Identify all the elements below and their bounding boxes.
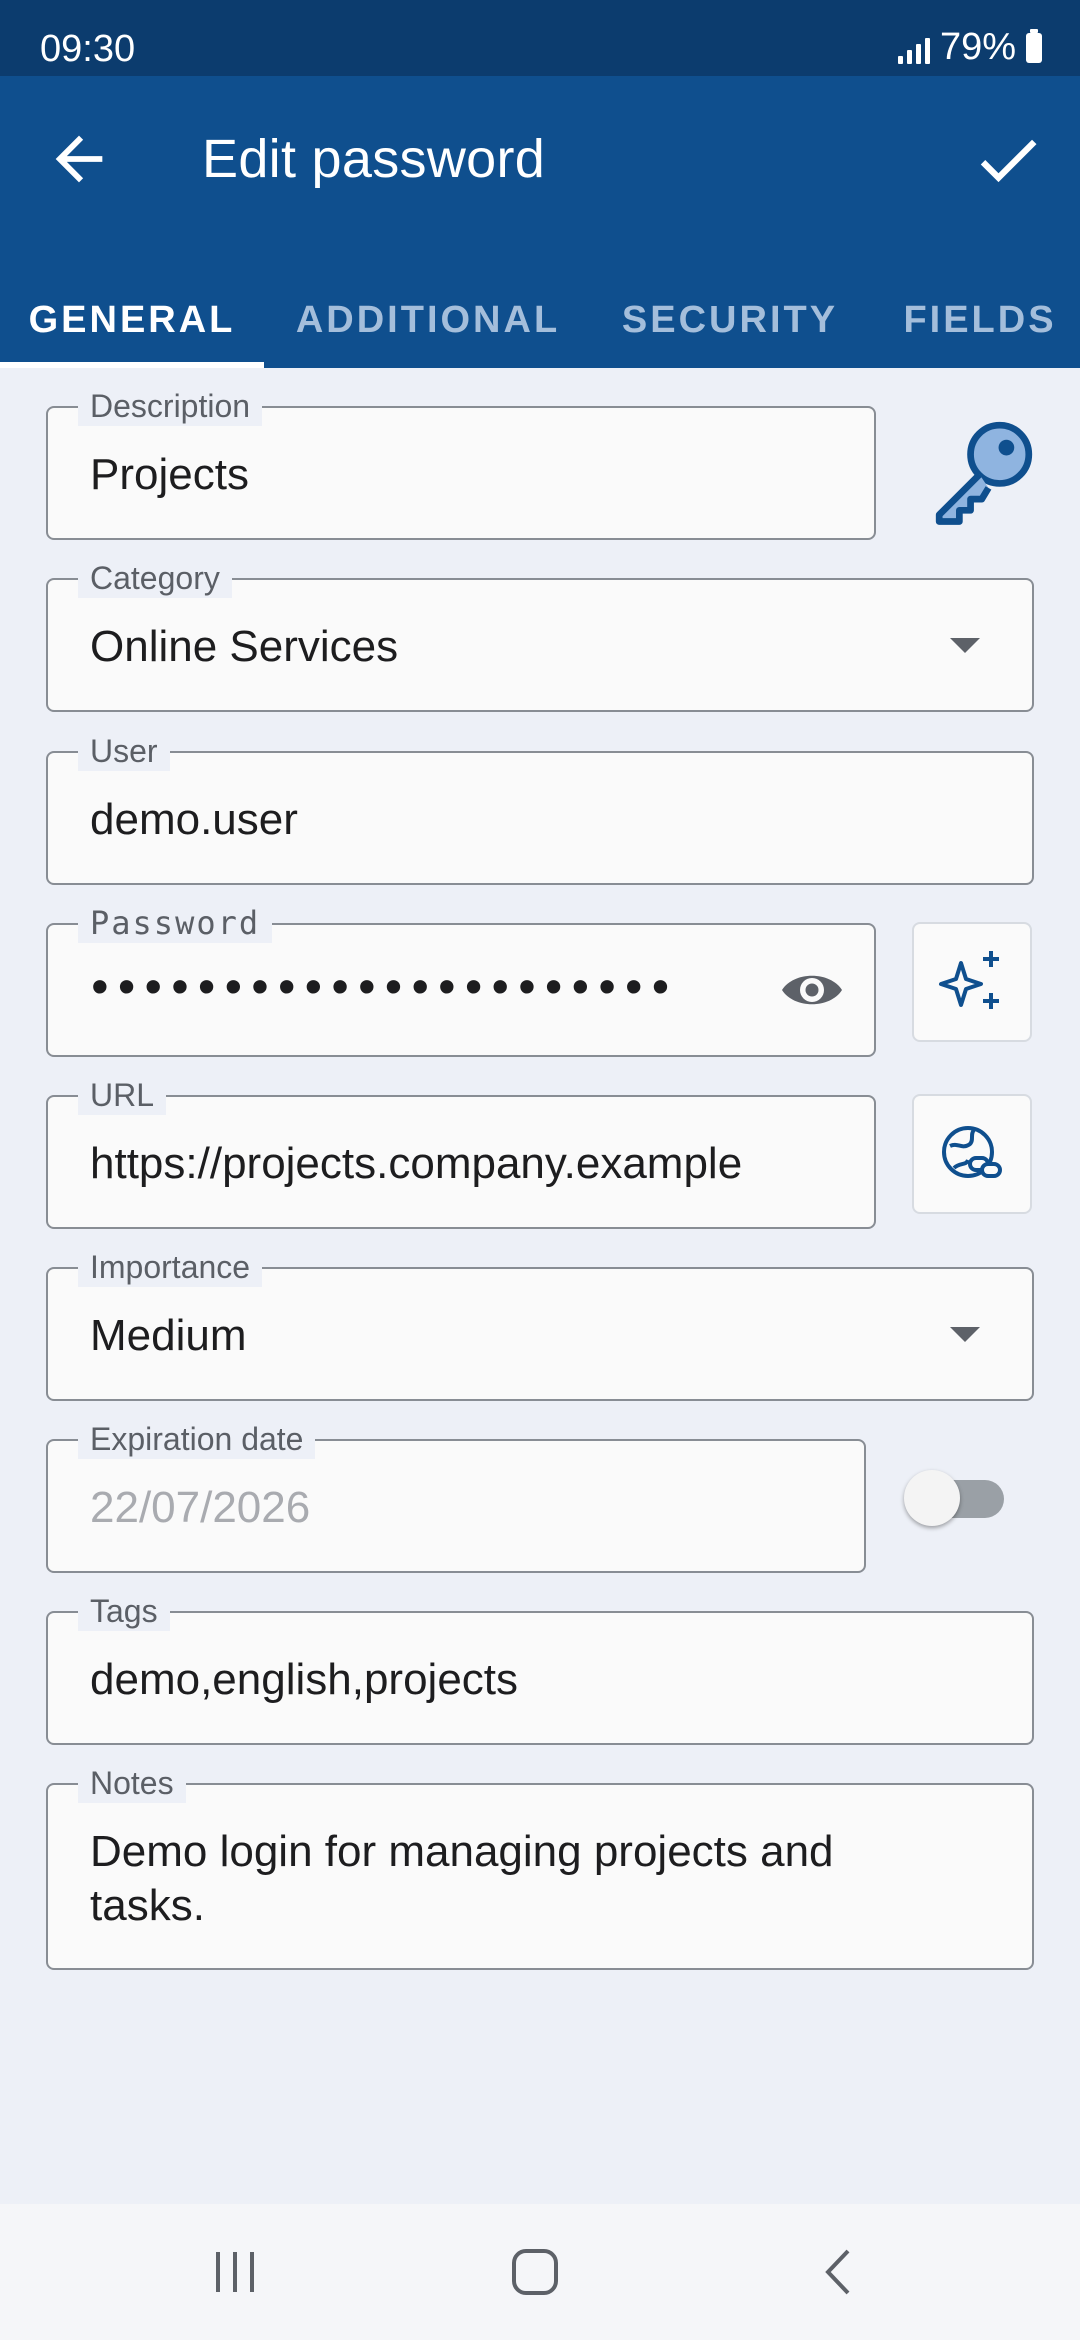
key-icon bbox=[935, 421, 1033, 525]
tab-general[interactable]: GENERAL bbox=[0, 272, 264, 368]
user-value: demo.user bbox=[90, 795, 298, 844]
back-button[interactable] bbox=[44, 124, 114, 194]
user-field[interactable]: User demo.user bbox=[46, 731, 1034, 885]
toggle-thumb bbox=[904, 1470, 960, 1526]
notes-line-2: tasks. bbox=[90, 1881, 205, 1930]
importance-label: Importance bbox=[78, 1247, 263, 1287]
status-time: 09:30 bbox=[40, 28, 136, 70]
app-bar: Edit password GENERAL ADDITIONAL SECURIT… bbox=[0, 76, 1080, 368]
notes-field[interactable]: Notes Demo login for managing projects a… bbox=[46, 1763, 1034, 1970]
eye-icon bbox=[782, 975, 842, 1005]
category-value: Online Services bbox=[90, 622, 399, 671]
save-button[interactable] bbox=[970, 122, 1046, 198]
toggle-visibility-button[interactable] bbox=[780, 965, 844, 1015]
url-value: https://projects.company.example bbox=[90, 1139, 743, 1188]
page-title: Edit password bbox=[202, 129, 546, 189]
entry-icon-button[interactable] bbox=[928, 414, 1040, 526]
nav-back-button[interactable] bbox=[784, 2204, 894, 2340]
open-url-button[interactable] bbox=[912, 1094, 1032, 1214]
home-icon bbox=[512, 2249, 558, 2295]
notes-label: Notes bbox=[78, 1763, 186, 1803]
category-label: Category bbox=[78, 558, 232, 598]
tab-indicator bbox=[0, 362, 264, 368]
sparkles-icon bbox=[939, 951, 999, 1009]
dropdown-arrow-icon bbox=[950, 1327, 980, 1342]
description-field[interactable]: Description Projects bbox=[46, 386, 876, 540]
recents-icon bbox=[216, 2252, 254, 2292]
importance-value: Medium bbox=[90, 1311, 247, 1360]
notes-line-1: Demo login for managing projects and bbox=[90, 1827, 834, 1876]
description-value: Projects bbox=[90, 450, 249, 499]
checkmark-icon bbox=[980, 139, 1037, 183]
battery-icon bbox=[1026, 28, 1042, 63]
battery-percent: 79% bbox=[939, 26, 1016, 68]
generate-password-button[interactable] bbox=[912, 922, 1032, 1042]
expiration-value: 22/07/2026 bbox=[90, 1483, 311, 1532]
password-label: Password bbox=[78, 903, 273, 943]
tab-security[interactable]: SECURITY bbox=[610, 272, 850, 368]
arrow-back-icon bbox=[55, 135, 103, 183]
signal-icon bbox=[897, 32, 930, 64]
tags-value: demo,english,projects bbox=[90, 1655, 519, 1704]
tab-bar: GENERAL ADDITIONAL SECURITY FIELDS bbox=[0, 272, 1080, 368]
globe-link-icon bbox=[942, 1126, 1002, 1178]
nav-back-icon bbox=[825, 2249, 850, 2295]
category-dropdown[interactable]: Category Online Services bbox=[46, 558, 1034, 712]
expiration-date-field[interactable]: Expiration date 22/07/2026 bbox=[46, 1419, 866, 1573]
tab-additional[interactable]: ADDITIONAL bbox=[280, 272, 576, 368]
status-bar: 09:30 79% bbox=[0, 0, 1080, 76]
dropdown-arrow-icon bbox=[950, 638, 980, 653]
url-field[interactable]: URL https://projects.company.example bbox=[46, 1075, 876, 1229]
importance-dropdown[interactable]: Importance Medium bbox=[46, 1247, 1034, 1401]
tab-fields[interactable]: FIELDS bbox=[890, 272, 1070, 368]
expiration-toggle[interactable] bbox=[904, 1470, 1004, 1526]
tags-field[interactable]: Tags demo,english,projects bbox=[46, 1591, 1034, 1745]
status-indicators: 79% bbox=[897, 26, 1042, 69]
user-label: User bbox=[78, 731, 170, 771]
description-label: Description bbox=[78, 386, 263, 426]
url-label: URL bbox=[78, 1075, 167, 1115]
tags-label: Tags bbox=[78, 1591, 170, 1631]
expiration-label: Expiration date bbox=[78, 1419, 316, 1459]
home-button[interactable] bbox=[480, 2204, 590, 2340]
password-value: •••••••••••••••••••••• bbox=[86, 961, 674, 1015]
password-field[interactable]: Password •••••••••••••••••••••• bbox=[46, 903, 876, 1057]
system-nav-bar bbox=[0, 2204, 1080, 2340]
recents-button[interactable] bbox=[180, 2204, 290, 2340]
